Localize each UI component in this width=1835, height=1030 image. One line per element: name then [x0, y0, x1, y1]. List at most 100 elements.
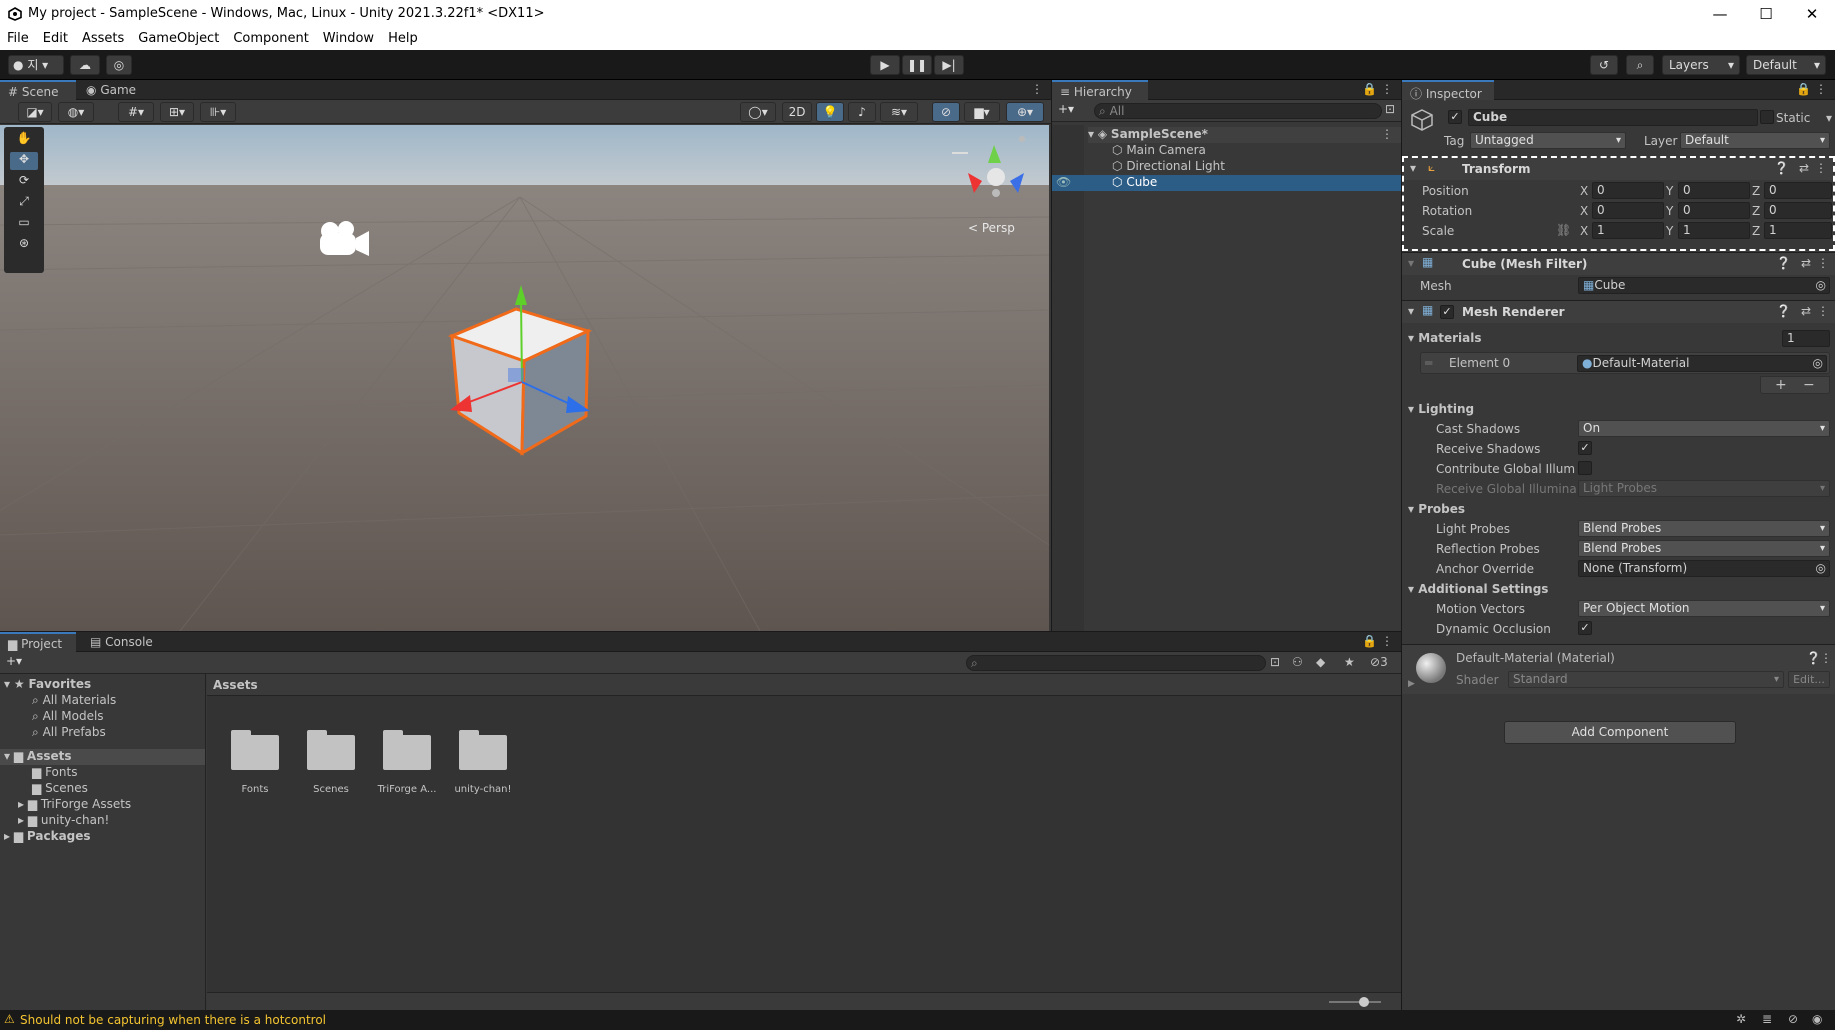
position-y-field[interactable]: 0: [1678, 182, 1750, 199]
lock-icon[interactable]: 🔒: [1796, 82, 1811, 96]
light-probes-dropdown[interactable]: Blend Probes: [1578, 520, 1830, 537]
anchor-override-field[interactable]: None (Transform) ◎: [1578, 560, 1830, 577]
scene-root-row[interactable]: ▾ ◈ SampleScene* ⋮: [1088, 127, 1401, 143]
menu-window[interactable]: Window: [316, 29, 381, 46]
tab-hierarchy[interactable]: ≡ Hierarchy: [1052, 80, 1148, 100]
scene-viewport[interactable]: < Persp ✋ ✥ ⟳ ⤢ ▭ ⊛: [0, 125, 1049, 631]
scale-tool-icon[interactable]: ⤢: [10, 194, 38, 212]
hierarchy-item-main-camera[interactable]: ⬡ Main Camera: [1112, 143, 1206, 157]
mesh-renderer-header[interactable]: ▾ ▦ ✓ Mesh Renderer ❔ ⇄ ⋮: [1402, 300, 1835, 323]
effects-dropdown[interactable]: ≋▾: [880, 102, 918, 122]
scale-y-field[interactable]: 1: [1678, 222, 1750, 239]
help-icon[interactable]: ❔: [1776, 304, 1791, 318]
motion-vectors-dropdown[interactable]: Per Object Motion: [1578, 600, 1830, 617]
active-checkbox[interactable]: ✓: [1448, 110, 1462, 124]
favorite-all-prefabs[interactable]: ⌕ All Prefabs: [32, 725, 106, 740]
reflection-probes-dropdown[interactable]: Blend Probes: [1578, 540, 1830, 557]
help-icon[interactable]: ❔: [1806, 651, 1821, 665]
receive-shadows-checkbox[interactable]: ✓: [1578, 441, 1592, 455]
collab-button[interactable]: ◎: [106, 55, 132, 75]
materials-size-field[interactable]: 1: [1782, 330, 1830, 347]
more-options-icon[interactable]: ⋮: [1381, 82, 1393, 96]
static-checkbox[interactable]: [1760, 110, 1774, 124]
foldout-arrow-icon[interactable]: ▶: [1408, 679, 1415, 689]
rotate-tool-icon[interactable]: ⟳: [10, 173, 38, 191]
search-by-label-icon[interactable]: ⚇: [1292, 655, 1303, 669]
favorite-all-materials[interactable]: ⌕ All Materials: [32, 693, 116, 708]
menu-edit[interactable]: Edit: [36, 29, 75, 46]
grid-visibility-dropdown[interactable]: ⊞▾: [160, 102, 194, 122]
layers-dropdown[interactable]: Layers ▾: [1662, 55, 1740, 75]
breadcrumb-assets[interactable]: Assets: [213, 678, 258, 692]
minimize-button[interactable]: —: [1697, 2, 1743, 26]
constrain-proportions-icon[interactable]: ⛓: [1556, 223, 1571, 237]
menu-help[interactable]: Help: [381, 29, 425, 46]
more-options-icon[interactable]: ⋮: [1815, 161, 1827, 175]
position-z-field[interactable]: 0: [1764, 182, 1832, 199]
more-options-icon[interactable]: ⋮: [1031, 82, 1043, 96]
tag-dropdown[interactable]: Untagged: [1470, 132, 1626, 149]
project-search-input[interactable]: ⌕: [966, 655, 1266, 671]
toggle-2d-button[interactable]: 2D: [782, 102, 812, 122]
transform-tool-icon[interactable]: ⊛: [10, 236, 38, 254]
tab-scene[interactable]: # Scene: [0, 80, 76, 100]
dynamic-occlusion-checkbox[interactable]: ✓: [1578, 621, 1592, 635]
lighting-toggle[interactable]: 💡: [816, 102, 844, 122]
probes-foldout[interactable]: ▾ Probes: [1408, 502, 1465, 516]
camera-dropdown[interactable]: ▆▾: [964, 102, 1000, 122]
audio-toggle[interactable]: ♪: [848, 102, 876, 122]
status-bar[interactable]: ⚠ Should not be capturing when there is …: [0, 1010, 1835, 1030]
foldout-arrow-icon[interactable]: ▾: [1408, 304, 1414, 318]
folder-icon[interactable]: [459, 730, 507, 770]
tab-console[interactable]: ▤ Console: [82, 632, 162, 652]
more-options-icon[interactable]: ⋮: [1381, 634, 1393, 648]
scene-visibility-toggle[interactable]: ⊘: [932, 102, 960, 122]
hand-tool-icon[interactable]: ✋: [10, 131, 38, 149]
foldout-arrow-icon[interactable]: ▾: [1410, 161, 1416, 175]
favorites-node[interactable]: ▾ ★ Favorites: [4, 677, 91, 691]
transform-header[interactable]: ▾ ⟀ Transform ❔ ⇄ ⋮: [1404, 158, 1833, 180]
search-by-type-icon[interactable]: ⊡: [1270, 655, 1280, 669]
more-options-icon[interactable]: ⋮: [1817, 256, 1829, 270]
grid-snap-dropdown[interactable]: #▾: [118, 102, 154, 122]
remove-element-button[interactable]: −: [1803, 377, 1815, 393]
tab-inspector[interactable]: ⓘ Inspector: [1402, 80, 1494, 101]
lock-icon[interactable]: 🔒: [1362, 82, 1377, 96]
folder-triforge-assets[interactable]: ▸ ▆ TriForge Assets: [18, 797, 131, 811]
object-name-field[interactable]: Cube: [1468, 109, 1758, 126]
object-picker-icon[interactable]: ◎: [1816, 561, 1826, 576]
materials-foldout[interactable]: ▾ Materials: [1408, 331, 1482, 345]
folder-scenes[interactable]: ▆ Scenes: [32, 781, 88, 795]
persp-label[interactable]: < Persp: [968, 221, 1015, 235]
folder-icon[interactable]: [307, 730, 355, 770]
folder-icon[interactable]: [231, 730, 279, 770]
element0-field[interactable]: ●Default-Material ◎: [1577, 355, 1827, 372]
shading-dropdown[interactable]: ◯▾: [740, 102, 776, 122]
favorite-star-icon[interactable]: ★: [1344, 655, 1355, 669]
layer-dropdown[interactable]: Default: [1680, 132, 1830, 149]
undo-history-button[interactable]: ↺: [1590, 55, 1618, 75]
help-icon[interactable]: ❔: [1774, 161, 1789, 175]
rect-tool-icon[interactable]: ▭: [10, 215, 38, 233]
folder-fonts[interactable]: ▆ Fonts: [32, 765, 77, 779]
preset-icon[interactable]: ⇄: [1801, 256, 1811, 270]
progress-icon[interactable]: ≣: [1762, 1012, 1772, 1026]
material-section[interactable]: ▶ Default-Material (Material) ❔ ⋮ Shader…: [1402, 644, 1835, 694]
folder-unity-chan[interactable]: ▸ ▆ unity-chan!: [18, 813, 109, 827]
cache-server-icon[interactable]: ◉: [1812, 1012, 1822, 1026]
folder-icon[interactable]: [383, 730, 431, 770]
assets-node[interactable]: ▾ ▆ Assets: [0, 749, 205, 765]
layout-dropdown[interactable]: Default ▾: [1746, 55, 1826, 75]
contribute-gi-checkbox[interactable]: [1578, 461, 1592, 475]
menu-component[interactable]: Component: [226, 29, 315, 46]
step-button[interactable]: ▶|: [934, 55, 964, 75]
preset-icon[interactable]: ⇄: [1799, 161, 1809, 175]
maximize-button[interactable]: ☐: [1743, 2, 1789, 26]
drag-handle-icon[interactable]: ═: [1425, 356, 1432, 370]
packages-node[interactable]: ▸ ▆ Packages: [4, 829, 91, 843]
play-button[interactable]: ▶: [870, 55, 900, 75]
scene-search-icon[interactable]: ⊡: [1385, 102, 1395, 116]
draw-mode-dropdown[interactable]: ◪▾: [18, 102, 52, 122]
account-dropdown[interactable]: ● 지 ▾: [8, 55, 64, 75]
more-options-icon[interactable]: ⋮: [1381, 127, 1393, 141]
